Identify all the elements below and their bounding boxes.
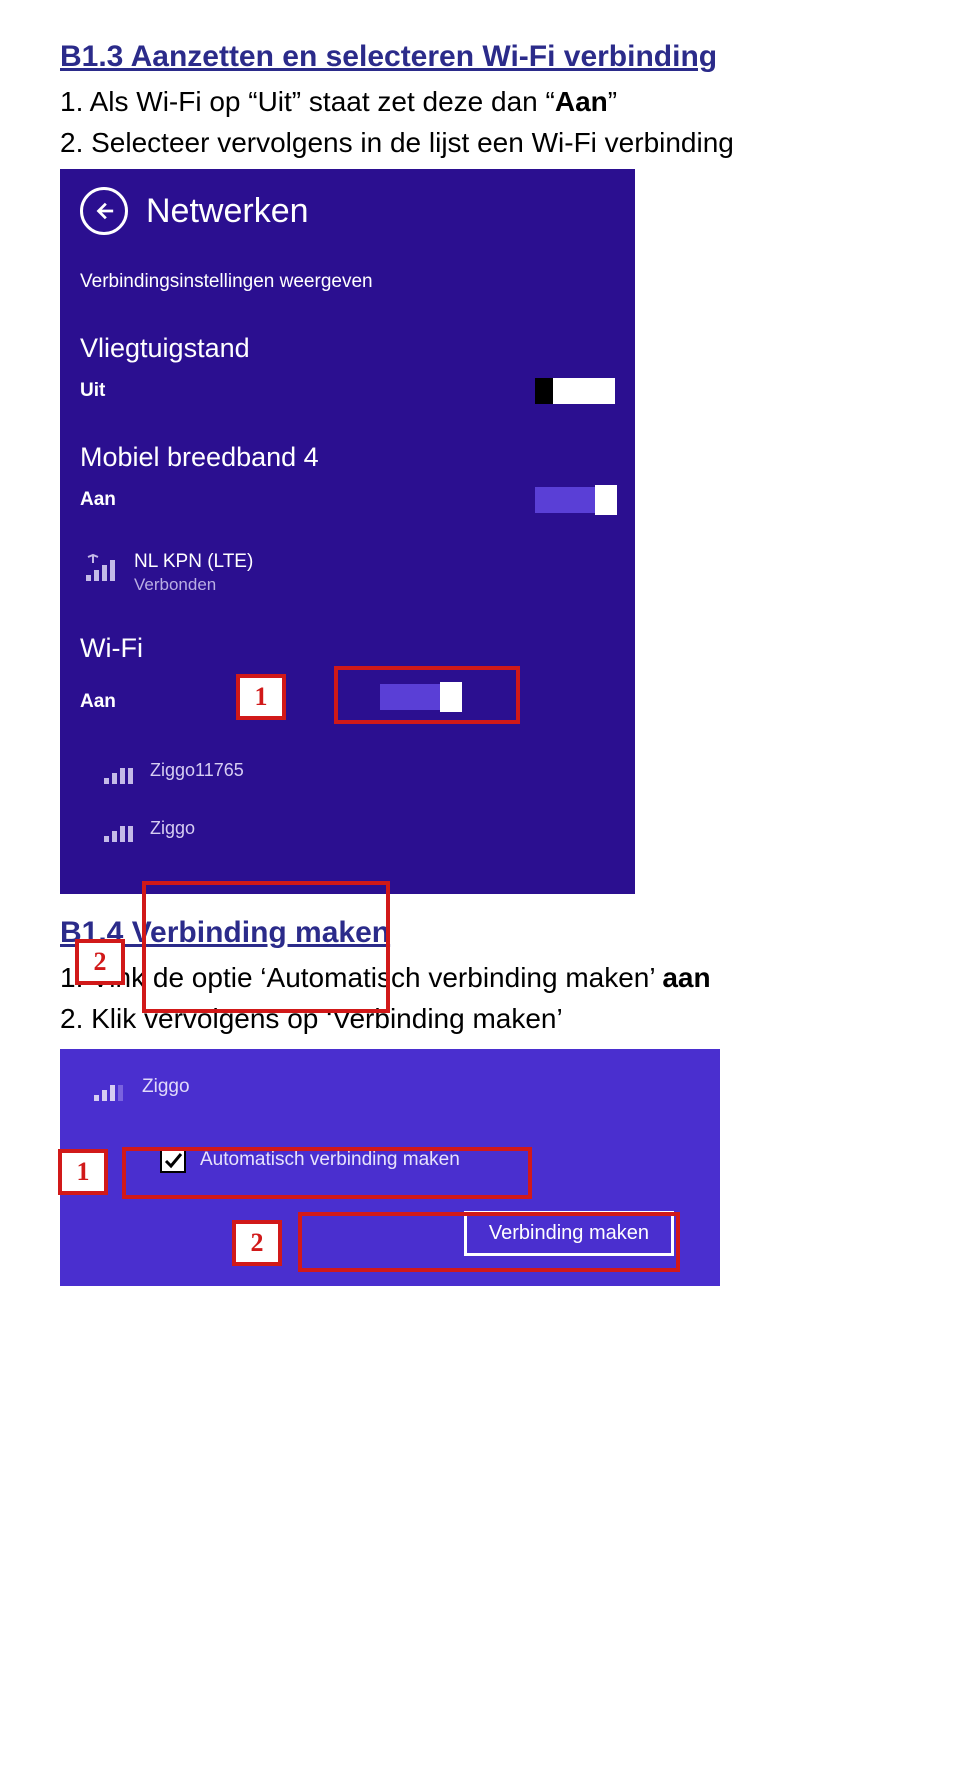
toggle-knob [440, 682, 462, 712]
wifi-signal-icon [102, 756, 136, 786]
broadband-status: Verbonden [134, 575, 253, 595]
broadband-connection-item[interactable]: NL KPN (LTE) Verbonden [84, 551, 615, 595]
step-1-bold: Aan [555, 86, 608, 117]
panel-title: Netwerken [146, 192, 309, 231]
toggle-knob [595, 485, 617, 515]
selected-network-item[interactable]: Ziggo [92, 1071, 694, 1103]
step-2-text: 2. Selecteer vervolgens in de lijst een … [60, 123, 900, 164]
broadband-title: Mobiel breedband 4 [80, 442, 615, 473]
wifi-state: Aan [80, 691, 116, 713]
step-1-prefix: 1. Als Wi-Fi op “Uit” staat zet deze dan… [60, 86, 555, 117]
airplane-mode-toggle[interactable] [535, 378, 615, 404]
highlight-frame-network-list [142, 881, 390, 1013]
networks-panel: Netwerken Verbindingsinstellingen weerge… [60, 169, 635, 894]
highlight-frame-checkbox [122, 1147, 532, 1199]
callout-badge-2: 2 [75, 939, 125, 985]
callout-badge-1: 1 [58, 1149, 108, 1195]
highlight-frame-button [298, 1212, 680, 1272]
airplane-mode-state: Uit [80, 380, 105, 402]
toggle-knob [535, 378, 553, 404]
step-1-suffix: ” [608, 86, 617, 117]
back-button[interactable] [80, 187, 128, 235]
connect-panel: Ziggo Automatisch verbinding maken Verbi… [60, 1049, 720, 1286]
broadband-state: Aan [80, 489, 116, 511]
airplane-mode-title: Vliegtuigstand [80, 333, 615, 364]
wifi-network-name: Ziggo11765 [150, 760, 244, 781]
arrow-left-icon [93, 200, 115, 222]
wifi-network-name: Ziggo [150, 818, 195, 839]
wifi-title: Wi-Fi [80, 633, 615, 664]
wifi-network-item[interactable]: Ziggo [102, 812, 615, 844]
wifi-network-item[interactable]: Ziggo11765 [102, 754, 615, 786]
step-1-text: 1. Als Wi-Fi op “Uit” staat zet deze dan… [60, 82, 900, 123]
wifi-signal-icon [92, 1073, 126, 1103]
cellular-signal-icon [84, 553, 118, 583]
step2-1-bold: aan [662, 962, 710, 993]
selected-network-name: Ziggo [142, 1076, 190, 1098]
callout-badge-1: 1 [236, 674, 286, 720]
section-heading-b13: B1.3 Aanzetten en selecteren Wi-Fi verbi… [60, 40, 900, 74]
connection-settings-link[interactable]: Verbindingsinstellingen weergeven [80, 271, 615, 293]
broadband-toggle[interactable] [535, 487, 615, 513]
callout-badge-2: 2 [232, 1220, 282, 1266]
wifi-toggle[interactable] [380, 684, 460, 710]
wifi-signal-icon [102, 814, 136, 844]
broadband-provider: NL KPN (LTE) [134, 551, 253, 573]
